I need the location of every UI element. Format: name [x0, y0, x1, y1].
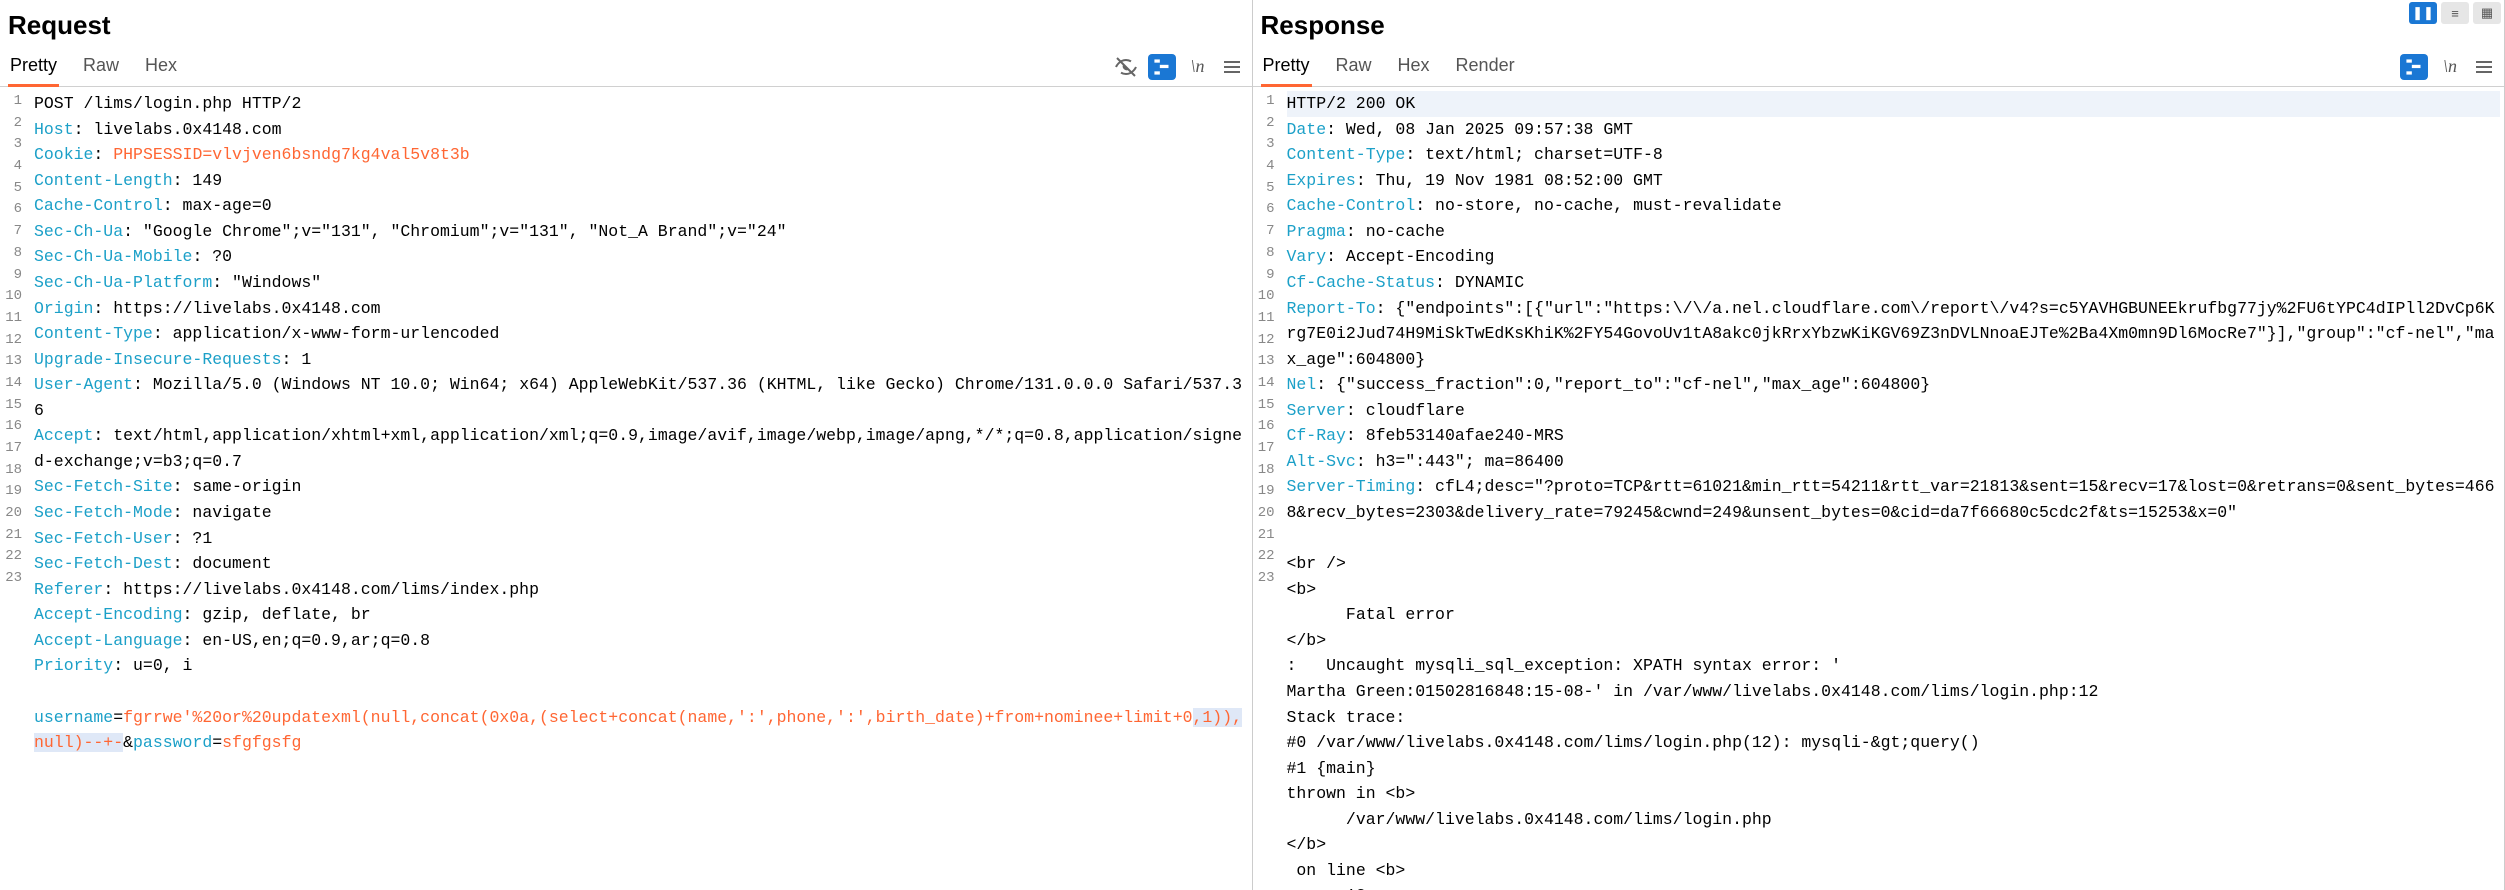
code-line[interactable]: username=fgrrwe'%20or%20updatexml(null,c… — [34, 705, 1248, 756]
code-line[interactable]: Vary: Accept-Encoding — [1287, 244, 2501, 270]
code-line[interactable]: Cache-Control: no-store, no-cache, must-… — [1287, 193, 2501, 219]
code-line[interactable]: User-Agent: Mozilla/5.0 (Windows NT 10.0… — [34, 372, 1248, 423]
code-line[interactable]: <b> Fatal error </b> : Uncaught mysqli_s… — [1287, 577, 2501, 679]
code-line[interactable]: Sec-Ch-Ua-Platform: "Windows" — [34, 270, 1248, 296]
code-line[interactable]: Alt-Svc: h3=":443"; ma=86400 — [1287, 449, 2501, 475]
code-line[interactable]: Date: Wed, 08 Jan 2025 09:57:38 GMT — [1287, 117, 2501, 143]
response-code[interactable]: HTTP/2 200 OKDate: Wed, 08 Jan 2025 09:5… — [1281, 87, 2505, 890]
code-line[interactable]: Sec-Fetch-Mode: navigate — [34, 500, 1248, 526]
code-line[interactable]: HTTP/2 200 OK — [1287, 91, 2501, 117]
response-gutter: 1234567891011121314151617181920212223 — [1253, 87, 1281, 890]
code-line[interactable]: #1 {main} — [1287, 756, 2501, 782]
code-line[interactable]: Report-To: {"endpoints":[{"url":"https:\… — [1287, 296, 2501, 373]
response-title: Response — [1253, 0, 2505, 47]
code-line[interactable]: Content-Type: application/x-www-form-url… — [34, 321, 1248, 347]
tab-raw[interactable]: Raw — [1334, 47, 1374, 87]
code-line[interactable]: Host: livelabs.0x4148.com — [34, 117, 1248, 143]
request-panel: Request Pretty Raw Hex \n 1234567891011121… — [0, 0, 1253, 890]
code-line[interactable]: Server-Timing: cfL4;desc="?proto=TCP&rtt… — [1287, 474, 2501, 525]
visibility-off-icon[interactable] — [1114, 55, 1138, 79]
pause-button[interactable]: ❚❚ — [2409, 2, 2437, 24]
tab-hex[interactable]: Hex — [143, 47, 179, 87]
code-line[interactable]: Sec-Fetch-User: ?1 — [34, 526, 1248, 552]
tab-render[interactable]: Render — [1454, 47, 1517, 87]
code-line[interactable]: Sec-Fetch-Site: same-origin — [34, 474, 1248, 500]
code-line[interactable]: Martha Green:01502816848:15-08-' in /var… — [1287, 679, 2501, 705]
code-line[interactable]: Cookie: PHPSESSID=vlvjven6bsndg7kg4val5v… — [34, 142, 1248, 168]
response-tabrow: Pretty Raw Hex Render \n — [1253, 47, 2505, 87]
request-tabrow: Pretty Raw Hex \n — [0, 47, 1252, 87]
code-line[interactable]: Accept: text/html,application/xhtml+xml,… — [34, 423, 1248, 474]
response-panel: Response Pretty Raw Hex Render \n 123456789… — [1253, 0, 2505, 890]
request-editor[interactable]: 1234567891011121314151617181920212223 PO… — [0, 87, 1252, 890]
newline-icon[interactable]: \n — [1186, 55, 1210, 79]
code-line[interactable]: Origin: https://livelabs.0x4148.com — [34, 296, 1248, 322]
code-line[interactable]: Content-Length: 149 — [34, 168, 1248, 194]
code-line[interactable] — [34, 679, 1248, 705]
request-code[interactable]: POST /lims/login.php HTTP/2Host: livelab… — [28, 87, 1252, 890]
request-title: Request — [0, 0, 1252, 47]
code-line[interactable]: Upgrade-Insecure-Requests: 1 — [34, 347, 1248, 373]
code-line[interactable]: Accept-Language: en-US,en;q=0.9,ar;q=0.8 — [34, 628, 1248, 654]
equalize-button[interactable]: ≡ — [2441, 2, 2469, 24]
code-line[interactable]: <br /> — [1287, 551, 2501, 577]
code-line[interactable]: Sec-Ch-Ua: "Google Chrome";v="131", "Chr… — [34, 219, 1248, 245]
format-icon[interactable] — [2400, 54, 2428, 80]
code-line[interactable]: Cf-Ray: 8feb53140afae240-MRS — [1287, 423, 2501, 449]
code-line[interactable]: Cf-Cache-Status: DYNAMIC — [1287, 270, 2501, 296]
format-icon[interactable] — [1148, 54, 1176, 80]
code-line[interactable]: Priority: u=0, i — [34, 653, 1248, 679]
global-toolbar: ❚❚ ≡ ▦ — [2409, 2, 2501, 24]
code-line[interactable]: Stack trace: — [1287, 705, 2501, 731]
code-line[interactable]: Pragma: no-cache — [1287, 219, 2501, 245]
tab-pretty[interactable]: Pretty — [1261, 47, 1312, 87]
code-line[interactable]: Accept-Encoding: gzip, deflate, br — [34, 602, 1248, 628]
newline-icon[interactable]: \n — [2438, 55, 2462, 79]
menu-icon[interactable] — [2472, 55, 2496, 79]
code-line[interactable]: thrown in <b> /var/www/livelabs.0x4148.c… — [1287, 781, 2501, 890]
layout-button[interactable]: ▦ — [2473, 2, 2501, 24]
tab-pretty[interactable]: Pretty — [8, 47, 59, 87]
code-line[interactable]: Sec-Fetch-Dest: document — [34, 551, 1248, 577]
code-line[interactable]: POST /lims/login.php HTTP/2 — [34, 91, 1248, 117]
response-tabs: Pretty Raw Hex Render — [1261, 47, 1517, 87]
code-line[interactable]: Server: cloudflare — [1287, 398, 2501, 424]
code-line[interactable]: #0 /var/www/livelabs.0x4148.com/lims/log… — [1287, 730, 2501, 756]
code-line[interactable]: Referer: https://livelabs.0x4148.com/lim… — [34, 577, 1248, 603]
code-line[interactable]: Nel: {"success_fraction":0,"report_to":"… — [1287, 372, 2501, 398]
menu-icon[interactable] — [1220, 55, 1244, 79]
code-line[interactable]: Cache-Control: max-age=0 — [34, 193, 1248, 219]
tab-hex[interactable]: Hex — [1396, 47, 1432, 87]
code-line[interactable]: Content-Type: text/html; charset=UTF-8 — [1287, 142, 2501, 168]
request-gutter: 1234567891011121314151617181920212223 — [0, 87, 28, 890]
tab-raw[interactable]: Raw — [81, 47, 121, 87]
response-editor[interactable]: 1234567891011121314151617181920212223 HT… — [1253, 87, 2505, 890]
request-tabs: Pretty Raw Hex — [8, 47, 179, 87]
code-line[interactable]: Expires: Thu, 19 Nov 1981 08:52:00 GMT — [1287, 168, 2501, 194]
code-line[interactable]: Sec-Ch-Ua-Mobile: ?0 — [34, 244, 1248, 270]
code-line[interactable] — [1287, 526, 2501, 552]
